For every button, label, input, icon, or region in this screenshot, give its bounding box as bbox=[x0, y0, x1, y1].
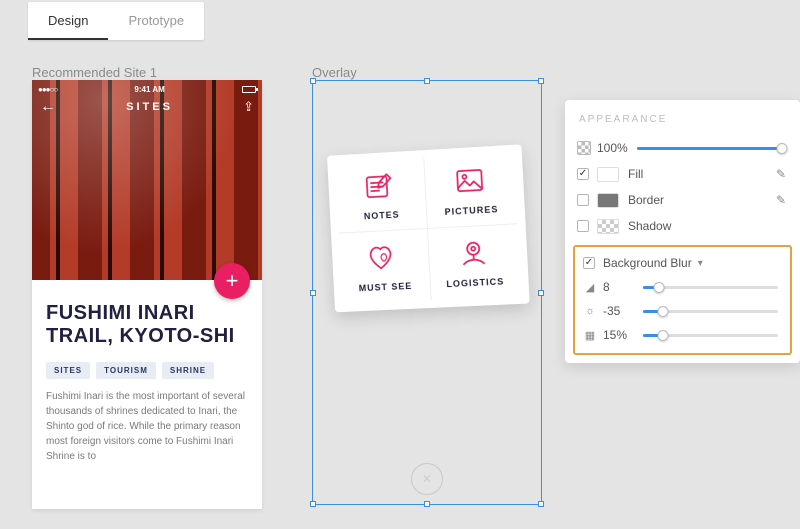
artboard-label-1[interactable]: Recommended Site 1 bbox=[32, 65, 157, 80]
slider-thumb[interactable] bbox=[777, 143, 788, 154]
blur-amount-row: ◢ 8 bbox=[581, 275, 784, 299]
resize-handle[interactable] bbox=[538, 78, 544, 84]
overlay-close-button: ✕ bbox=[411, 463, 443, 495]
blur-amount-icon: ◢ bbox=[583, 281, 597, 294]
background-blur-checkbox[interactable] bbox=[583, 257, 595, 269]
site-title: FUSHIMI INARI TRAIL, KYOTO-SHI bbox=[46, 302, 248, 348]
site-description: Fushimi Inari is the most important of s… bbox=[46, 389, 248, 464]
border-row: Border ✎ bbox=[565, 187, 800, 213]
slider-thumb[interactable] bbox=[658, 306, 669, 317]
slider-fill bbox=[637, 147, 782, 150]
fill-swatch[interactable] bbox=[597, 167, 619, 182]
heart-icon bbox=[368, 243, 399, 273]
battery-icon bbox=[242, 86, 256, 93]
shadow-label: Shadow bbox=[628, 219, 671, 233]
brightness-value[interactable]: -35 bbox=[603, 304, 639, 318]
shadow-checkbox[interactable] bbox=[577, 220, 589, 232]
blur-amount-slider[interactable] bbox=[643, 286, 778, 289]
overlay-card[interactable]: NOTES PICTURES MUST SEE bbox=[327, 144, 530, 312]
border-label: Border bbox=[628, 193, 664, 207]
appearance-panel: APPEARANCE 100% Fill ✎ Border ✎ Shadow B… bbox=[565, 100, 800, 363]
noise-opacity-icon: ▦ bbox=[583, 329, 597, 342]
back-arrow-icon: ← bbox=[40, 98, 56, 116]
signal-dots-icon: ●●●○○ bbox=[38, 85, 57, 94]
overlay-cell-label: PICTURES bbox=[444, 204, 498, 217]
overlay-cell-label: LOGISTICS bbox=[446, 276, 504, 289]
phone-navbar: ← SITES ⇪ bbox=[32, 98, 262, 116]
overlay-cell-pictures: PICTURES bbox=[423, 153, 517, 229]
tab-design[interactable]: Design bbox=[28, 2, 108, 40]
chevron-down-icon[interactable]: ▾ bbox=[698, 258, 703, 269]
notes-icon bbox=[364, 172, 395, 203]
artboard-overlay[interactable]: NOTES PICTURES MUST SEE bbox=[312, 80, 542, 505]
phone-statusbar: ●●●○○ 9:41 AM bbox=[32, 83, 262, 95]
opacity-value[interactable]: 100% bbox=[597, 141, 633, 155]
overlay-cell-label: NOTES bbox=[363, 210, 399, 222]
noise-opacity-value[interactable]: 15% bbox=[603, 328, 639, 342]
artboard-label-2[interactable]: Overlay bbox=[312, 65, 357, 80]
resize-handle[interactable] bbox=[424, 501, 430, 507]
close-icon: ✕ bbox=[422, 472, 432, 486]
opacity-icon bbox=[577, 141, 591, 155]
brightness-slider[interactable] bbox=[643, 310, 778, 313]
artboard-recommended-site[interactable]: ●●●○○ 9:41 AM ← SITES ⇪ + FUSHIMI INARI … bbox=[32, 80, 262, 509]
border-swatch[interactable] bbox=[597, 193, 619, 208]
eyedropper-icon[interactable]: ✎ bbox=[776, 167, 786, 181]
resize-handle[interactable] bbox=[310, 501, 316, 507]
tab-prototype[interactable]: Prototype bbox=[108, 2, 204, 40]
mode-tabs: Design Prototype bbox=[28, 2, 204, 40]
share-icon: ⇪ bbox=[243, 99, 254, 115]
resize-handle[interactable] bbox=[538, 501, 544, 507]
background-blur-row: Background Blur ▾ bbox=[581, 251, 784, 275]
border-checkbox[interactable] bbox=[577, 194, 589, 206]
brightness-icon: ☼ bbox=[583, 305, 597, 317]
slider-thumb[interactable] bbox=[654, 282, 665, 293]
brightness-row: ☼ -35 bbox=[581, 299, 784, 323]
background-blur-label[interactable]: Background Blur bbox=[603, 256, 692, 270]
opacity-slider[interactable] bbox=[637, 147, 782, 150]
status-time: 9:41 AM bbox=[134, 85, 164, 94]
chip: SITES bbox=[46, 362, 90, 379]
background-blur-group: Background Blur ▾ ◢ 8 ☼ -35 ▦ 15% bbox=[573, 245, 792, 355]
shadow-row: Shadow bbox=[565, 213, 800, 239]
resize-handle[interactable] bbox=[424, 78, 430, 84]
overlay-cell-must-see: MUST SEE bbox=[338, 229, 430, 304]
chip: SHRINE bbox=[162, 362, 214, 379]
fill-checkbox[interactable] bbox=[577, 168, 589, 180]
fill-row: Fill ✎ bbox=[565, 161, 800, 187]
pictures-icon bbox=[454, 167, 486, 198]
eyedropper-icon[interactable]: ✎ bbox=[776, 193, 786, 207]
overlay-cell-notes: NOTES bbox=[335, 158, 427, 234]
phone-nav-title: SITES bbox=[126, 101, 173, 113]
overlay-cell-label: MUST SEE bbox=[358, 280, 412, 292]
shadow-swatch[interactable] bbox=[597, 219, 619, 234]
tag-chips: SITES TOURISM SHRINE bbox=[46, 362, 248, 379]
fab-add-button: + bbox=[214, 263, 250, 299]
noise-opacity-row: ▦ 15% bbox=[581, 323, 784, 347]
chip: TOURISM bbox=[96, 362, 156, 379]
opacity-row: 100% bbox=[565, 135, 800, 161]
fill-label: Fill bbox=[628, 167, 643, 181]
panel-title: APPEARANCE bbox=[565, 100, 800, 135]
map-pin-icon bbox=[457, 238, 489, 269]
blur-amount-value[interactable]: 8 bbox=[603, 280, 639, 294]
overlay-cell-logistics: LOGISTICS bbox=[427, 224, 521, 300]
resize-handle[interactable] bbox=[310, 78, 316, 84]
noise-opacity-slider[interactable] bbox=[643, 334, 778, 337]
hero-image: ●●●○○ 9:41 AM ← SITES ⇪ bbox=[32, 80, 262, 280]
slider-thumb[interactable] bbox=[658, 330, 669, 341]
